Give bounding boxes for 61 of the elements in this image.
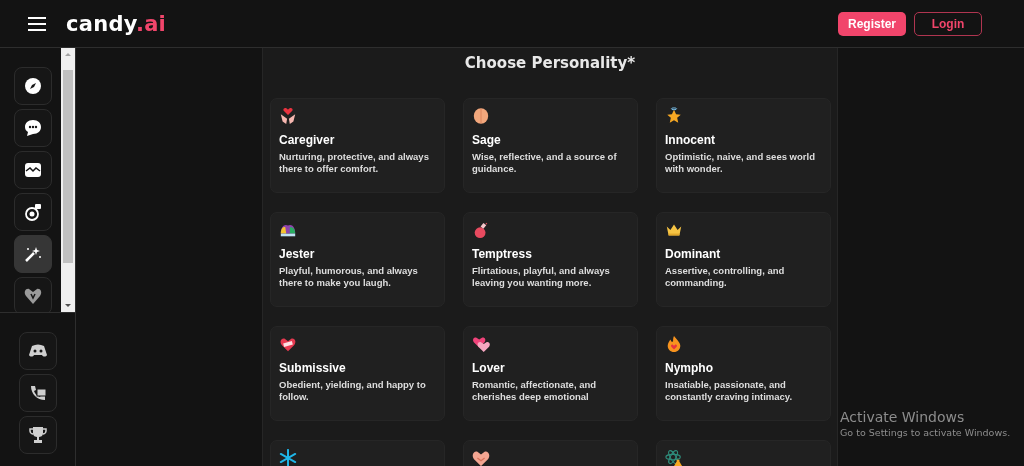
- scrollbar[interactable]: [61, 48, 75, 312]
- card-description: Optimistic, naive, and sees world with wonder.: [665, 151, 816, 175]
- heart-letter-icon: [279, 335, 297, 353]
- personality-card[interactable]: Jester Playful, humorous, and always there to make you laugh.: [270, 212, 445, 307]
- sidebar-item[interactable]: [18, 416, 57, 454]
- personality-card[interactable]: Sage Wise, reflective, and a source of guidance.: [463, 98, 638, 193]
- menu-button[interactable]: [26, 15, 48, 32]
- logo[interactable]: candy.ai: [66, 11, 167, 36]
- card-title: Sage: [472, 133, 501, 147]
- heart-icon: [23, 286, 43, 306]
- card-title: Caregiver: [279, 133, 335, 147]
- flame-icon: [665, 335, 683, 353]
- card-description: Flirtatious, playful, and always leaving you wanting more.: [472, 265, 611, 289]
- personality-card[interactable]: Dominant Assertive, controlling, and commanding.: [656, 212, 831, 307]
- card-title: Lover: [472, 361, 505, 375]
- brain-icon: [472, 107, 490, 125]
- chat-icon: [23, 118, 43, 138]
- snowflake-icon: [279, 449, 297, 466]
- trophy-icon: [27, 425, 48, 445]
- card-title: Innocent: [665, 133, 715, 147]
- sidebar-item[interactable]: [14, 151, 52, 189]
- card-description: Insatiable, passionate, and constantly craving intimacy.: [665, 379, 794, 403]
- sidebar-item[interactable]: [18, 332, 57, 370]
- sidebar-item[interactable]: [14, 235, 52, 273]
- card-description: Obedient, yielding, and happy to follow.: [279, 379, 427, 403]
- card-title: Temptress: [472, 247, 532, 261]
- sidebar-item[interactable]: [14, 67, 52, 105]
- activation-title: Activate Windows: [840, 409, 965, 425]
- login-button[interactable]: Login: [914, 11, 982, 36]
- potion-icon: [472, 221, 490, 239]
- hearts-icon: [472, 335, 490, 353]
- personality-card[interactable]: Innocent Optimistic, naive, and sees world with wonder.: [656, 98, 831, 193]
- card-description: Playful, humorous, and always there to make you laugh.: [279, 265, 419, 289]
- personality-card[interactable]: Temptress Flirtatious, playful, and always leaving you wanting more.: [463, 212, 638, 307]
- star-icon: [665, 107, 683, 125]
- handshake-heart-icon: [472, 449, 490, 466]
- card-description: Romantic, affectionate, and cherishes deep emotional: [472, 379, 598, 403]
- card-description: Wise, reflective, and a source of guidance.: [472, 151, 618, 175]
- image-icon: [23, 160, 43, 180]
- card-title: Jester: [279, 247, 315, 261]
- card-description: Nurturing, protective, and always there to offer comfort.: [279, 151, 430, 175]
- card-description: Assertive, controlling, and commanding.: [665, 265, 786, 289]
- section-title: Choose Personality*: [463, 53, 637, 74]
- compass-icon: [23, 76, 43, 96]
- sidebar-item[interactable]: [14, 109, 52, 147]
- hands-heart-icon: [279, 107, 297, 125]
- personality-card[interactable]: Nympho Insatiable, passionate, and constantly craving intimacy.: [656, 326, 831, 421]
- personality-card[interactable]: Lover Romantic, affectionate, and cherishes deep emotional: [463, 326, 638, 421]
- camera-icon: [23, 202, 43, 222]
- atom-flask-icon: [665, 449, 683, 466]
- sidebar-item[interactable]: [18, 374, 57, 412]
- register-button[interactable]: Register: [838, 11, 906, 36]
- sidebar-item[interactable]: [14, 193, 52, 231]
- menu-icon: [26, 15, 48, 32]
- card-title: Dominant: [665, 247, 721, 261]
- activation-message: Go to Settings to activate Windows.: [840, 427, 1011, 438]
- card-title: Nympho: [665, 361, 713, 375]
- personality-card[interactable]: Submissive Obedient, yielding, and happy to follow.: [270, 326, 445, 421]
- sidebar-item[interactable]: [14, 277, 52, 312]
- card-title: Submissive: [279, 361, 346, 375]
- personality-card[interactable]: Caregiver Nurturing, protective, and always there to offer comfort.: [270, 98, 445, 193]
